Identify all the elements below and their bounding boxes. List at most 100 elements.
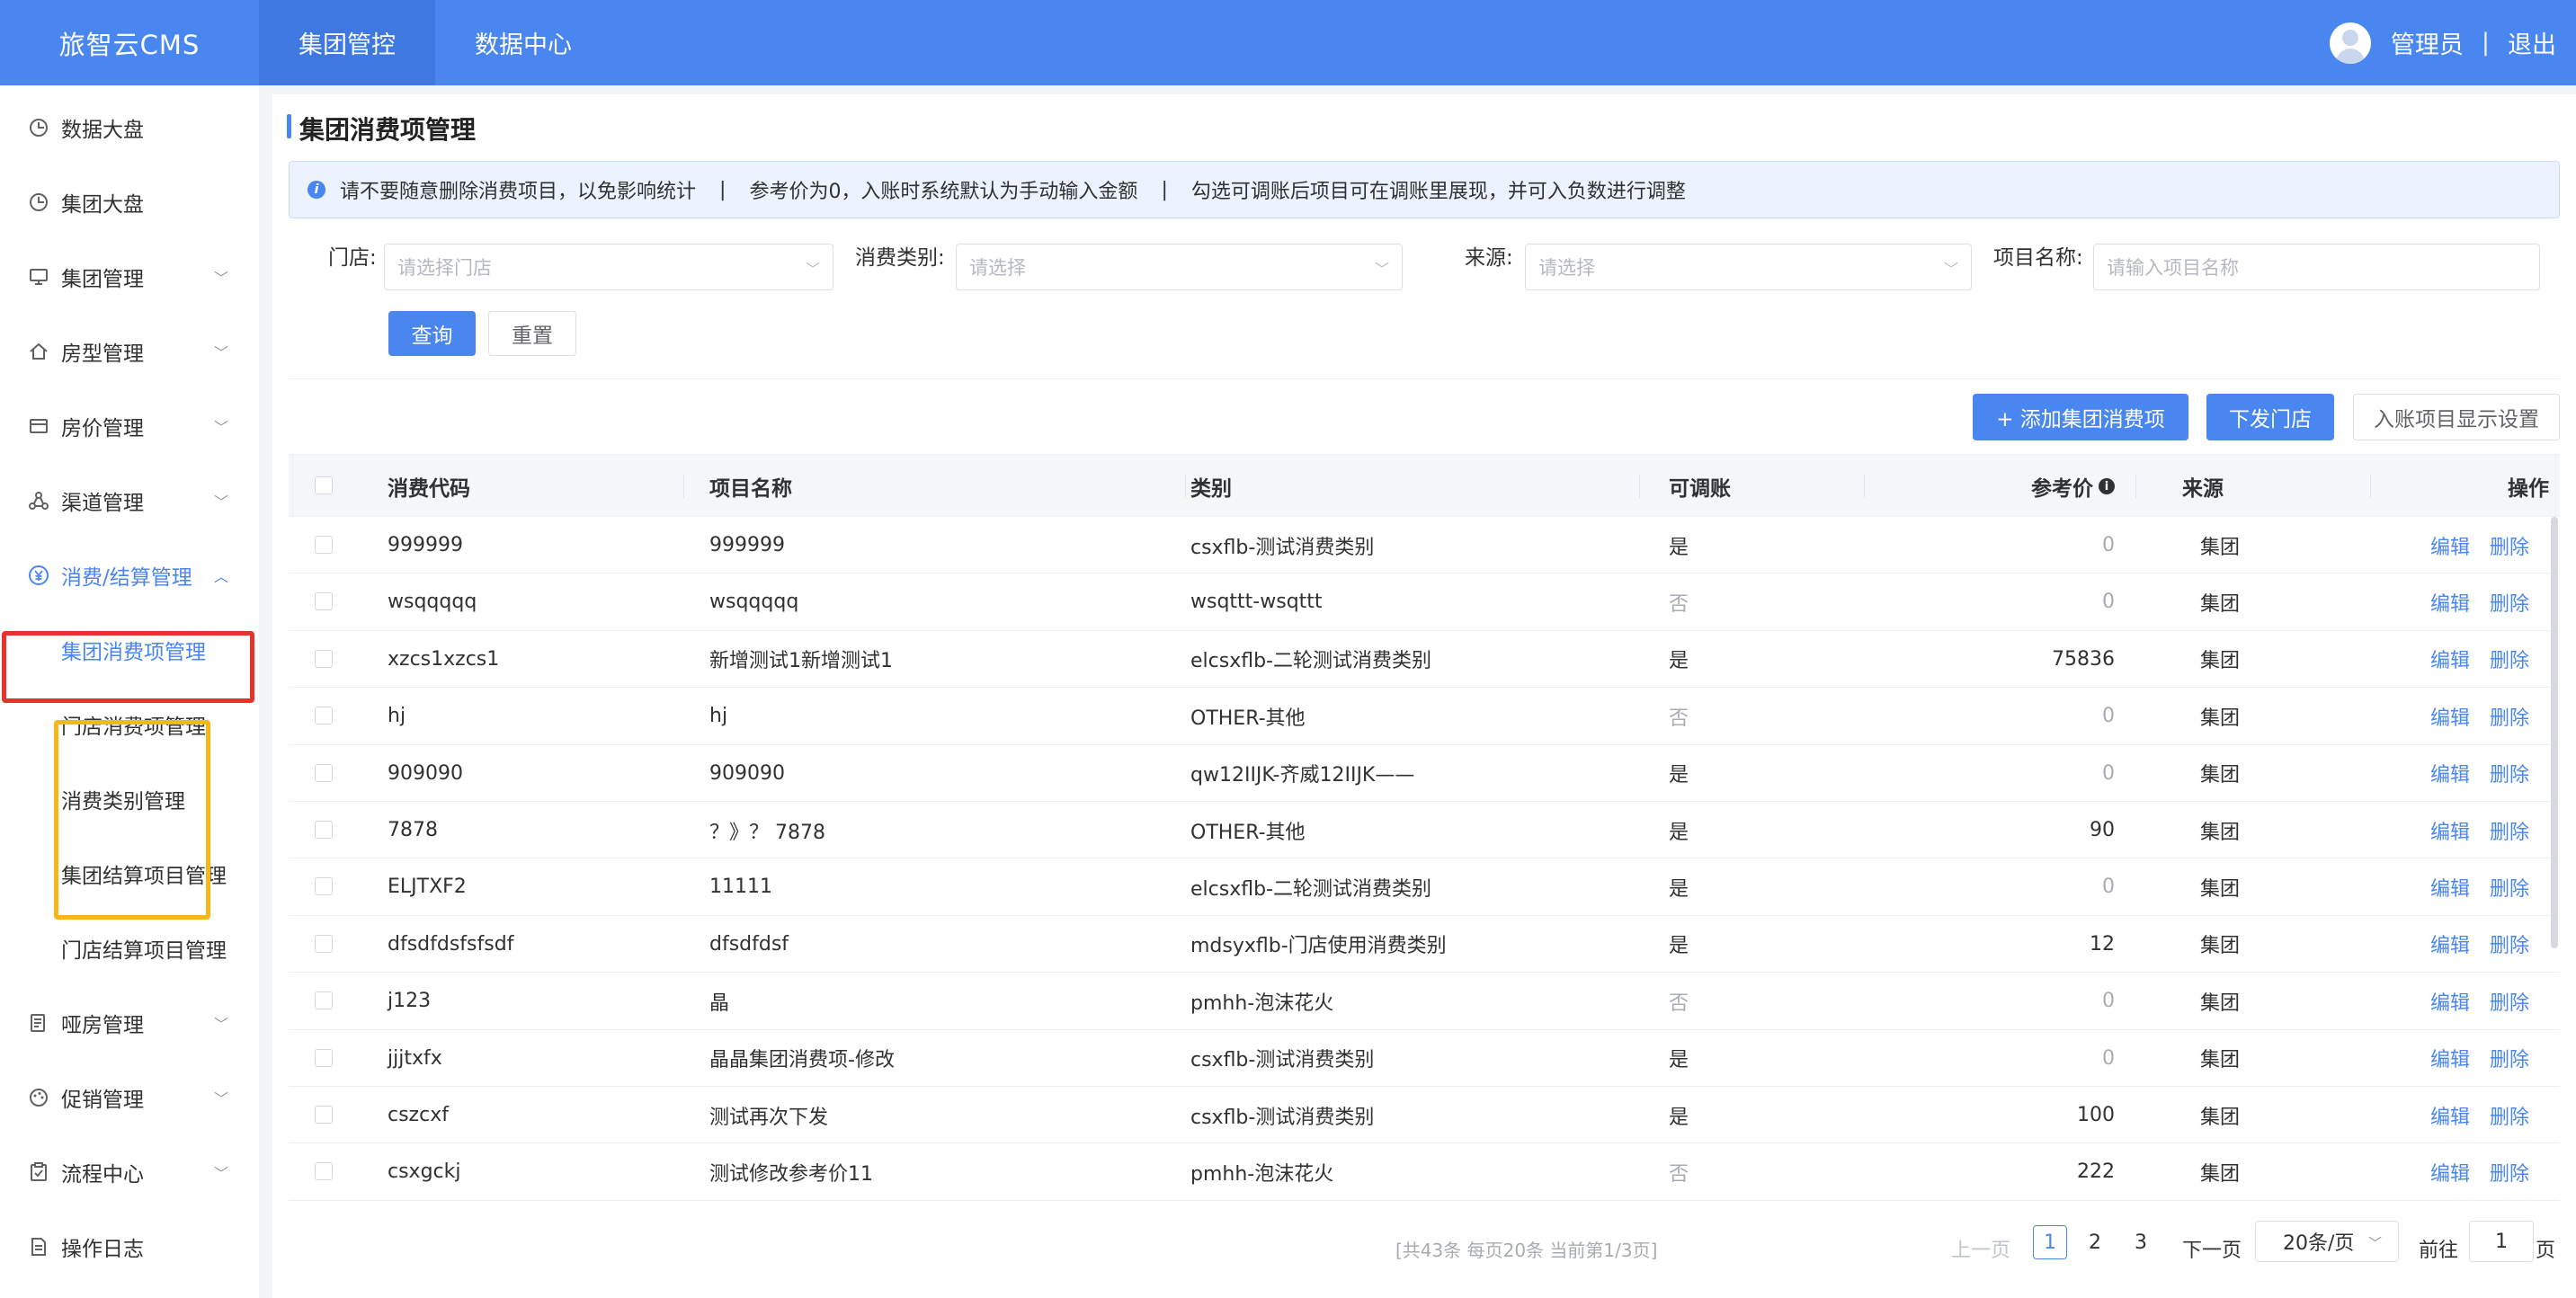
sidebar-item-dummy-room[interactable]: 哑房管理 ﹀ bbox=[0, 985, 259, 1060]
edit-link-label[interactable]: 编辑 bbox=[2430, 759, 2470, 787]
edit-link-label[interactable]: 编辑 bbox=[2430, 873, 2470, 902]
sidebar-subitem-store-consumption[interactable]: 门店消费项管理 bbox=[0, 687, 259, 761]
delete-link-label[interactable]: 删除 bbox=[2490, 929, 2529, 958]
row-checkbox[interactable] bbox=[315, 1048, 333, 1067]
delete-link-label[interactable]: 删除 bbox=[2490, 1158, 2529, 1187]
row-checkbox[interactable] bbox=[315, 1162, 333, 1181]
edit-link[interactable]: 编辑 bbox=[2430, 802, 2470, 858]
sidebar-item-data-dashboard[interactable]: 数据大盘 bbox=[0, 90, 259, 164]
edit-link[interactable]: 编辑 bbox=[2430, 573, 2470, 630]
distribute-store-button[interactable]: 下发门店 bbox=[2206, 394, 2334, 440]
row-checkbox[interactable] bbox=[315, 821, 333, 839]
category-select[interactable]: 请选择 ﹀ bbox=[956, 244, 1403, 290]
delete-link[interactable]: 删除 bbox=[2490, 1030, 2529, 1087]
sidebar-item-workflow[interactable]: 流程中心 ﹀ bbox=[0, 1134, 259, 1209]
sidebar-subitem-store-settlement[interactable]: 门店结算项目管理 bbox=[0, 911, 259, 985]
edit-link-label[interactable]: 编辑 bbox=[2430, 588, 2470, 617]
delete-link-label[interactable]: 删除 bbox=[2490, 645, 2529, 673]
user-name[interactable]: 管理员 bbox=[2391, 25, 2464, 60]
question-icon[interactable]: i bbox=[2099, 478, 2115, 494]
row-checkbox[interactable] bbox=[315, 536, 333, 554]
edit-link[interactable]: 编辑 bbox=[2430, 858, 2470, 915]
delete-link[interactable]: 删除 bbox=[2490, 1087, 2529, 1143]
row-checkbox[interactable] bbox=[315, 763, 333, 782]
row-checkbox[interactable] bbox=[315, 707, 333, 725]
query-button[interactable]: 查询 bbox=[388, 311, 476, 356]
edit-link-label[interactable]: 编辑 bbox=[2430, 929, 2470, 958]
logout-link[interactable]: 退出 bbox=[2508, 25, 2556, 60]
sidebar-item-consumption-settlement[interactable]: 消费/结算管理 ︿ bbox=[0, 538, 259, 612]
topnav-data-center[interactable]: 数据中心 bbox=[435, 0, 611, 85]
next-page-button[interactable]: 下一页 bbox=[2182, 1234, 2242, 1263]
sidebar-item-group-management[interactable]: 集团管理 ﹀ bbox=[0, 239, 259, 314]
sidebar-item-promotion[interactable]: 促销管理 ﹀ bbox=[0, 1060, 259, 1134]
sidebar-item-room-price[interactable]: 房价管理 ﹀ bbox=[0, 388, 259, 463]
delete-link-label[interactable]: 删除 bbox=[2490, 1044, 2529, 1072]
edit-link-label[interactable]: 编辑 bbox=[2430, 702, 2470, 731]
edit-link[interactable]: 编辑 bbox=[2430, 745, 2470, 802]
delete-link[interactable]: 删除 bbox=[2490, 517, 2529, 573]
row-checkbox[interactable] bbox=[315, 991, 333, 1010]
delete-link[interactable]: 删除 bbox=[2490, 1143, 2529, 1200]
row-checkbox[interactable] bbox=[315, 877, 333, 896]
sidebar-item-channel[interactable]: 渠道管理 ﹀ bbox=[0, 463, 259, 538]
delete-link-label[interactable]: 删除 bbox=[2490, 816, 2529, 845]
delete-link[interactable]: 删除 bbox=[2490, 973, 2529, 1029]
edit-link[interactable]: 编辑 bbox=[2430, 1087, 2470, 1143]
page-size-select[interactable]: 20条/页 ﹀ bbox=[2255, 1221, 2399, 1262]
row-checkbox[interactable] bbox=[315, 1106, 333, 1124]
topnav-group-control[interactable]: 集团管控 bbox=[259, 0, 435, 85]
delete-link[interactable]: 删除 bbox=[2490, 631, 2529, 688]
delete-link[interactable]: 删除 bbox=[2490, 858, 2529, 915]
sidebar-item-room-type[interactable]: 房型管理 ﹀ bbox=[0, 314, 259, 388]
delete-link-label[interactable]: 删除 bbox=[2490, 588, 2529, 617]
store-select[interactable]: 请选择门店 ﹀ bbox=[384, 244, 833, 290]
edit-link[interactable]: 编辑 bbox=[2430, 688, 2470, 744]
display-settings-button[interactable]: 入账项目显示设置 bbox=[2353, 394, 2560, 440]
sidebar-item-group-dashboard[interactable]: 集团大盘 bbox=[0, 164, 259, 239]
delete-link[interactable]: 删除 bbox=[2490, 573, 2529, 630]
edit-link-label[interactable]: 编辑 bbox=[2430, 645, 2470, 673]
edit-link-label[interactable]: 编辑 bbox=[2430, 1044, 2470, 1072]
add-group-item-button[interactable]: + 添加集团消费项 bbox=[1973, 394, 2188, 440]
app-brand[interactable]: 旅智云CMS bbox=[0, 24, 259, 62]
delete-link[interactable]: 删除 bbox=[2490, 802, 2529, 858]
edit-link[interactable]: 编辑 bbox=[2430, 1030, 2470, 1087]
page-3-button[interactable]: 3 bbox=[2124, 1225, 2158, 1259]
delete-link[interactable]: 删除 bbox=[2490, 916, 2529, 973]
table-scrollbar[interactable] bbox=[2551, 517, 2558, 948]
edit-link[interactable]: 编辑 bbox=[2430, 1143, 2470, 1200]
item-name-input[interactable]: 请输入项目名称 bbox=[2093, 244, 2540, 290]
edit-link-label[interactable]: 编辑 bbox=[2430, 531, 2470, 560]
sidebar-item-operation-log[interactable]: 操作日志 bbox=[0, 1209, 259, 1284]
edit-link-label[interactable]: 编辑 bbox=[2430, 987, 2470, 1016]
page-2-button[interactable]: 2 bbox=[2078, 1225, 2112, 1259]
goto-page-input[interactable]: 1 bbox=[2469, 1221, 2534, 1262]
edit-link[interactable]: 编辑 bbox=[2430, 517, 2470, 573]
edit-link[interactable]: 编辑 bbox=[2430, 973, 2470, 1029]
reset-button[interactable]: 重置 bbox=[488, 311, 576, 356]
delete-link[interactable]: 删除 bbox=[2490, 745, 2529, 802]
avatar[interactable] bbox=[2329, 22, 2371, 64]
row-checkbox[interactable] bbox=[315, 934, 333, 953]
delete-link-label[interactable]: 删除 bbox=[2490, 759, 2529, 787]
delete-link-label[interactable]: 删除 bbox=[2490, 702, 2529, 731]
edit-link-label[interactable]: 编辑 bbox=[2430, 1101, 2470, 1130]
page-1-button[interactable]: 1 bbox=[2033, 1225, 2067, 1259]
edit-link[interactable]: 编辑 bbox=[2430, 631, 2470, 688]
delete-link-label[interactable]: 删除 bbox=[2490, 987, 2529, 1016]
sidebar-subitem-group-consumption[interactable]: 集团消费项管理 bbox=[0, 612, 259, 687]
edit-link[interactable]: 编辑 bbox=[2430, 916, 2470, 973]
select-all-checkbox[interactable] bbox=[315, 476, 333, 494]
delete-link-label[interactable]: 删除 bbox=[2490, 531, 2529, 560]
sidebar-subitem-consumption-category[interactable]: 消费类别管理 bbox=[0, 761, 259, 836]
row-checkbox[interactable] bbox=[315, 592, 333, 611]
edit-link-label[interactable]: 编辑 bbox=[2430, 1158, 2470, 1187]
delete-link[interactable]: 删除 bbox=[2490, 688, 2529, 744]
edit-link-label[interactable]: 编辑 bbox=[2430, 816, 2470, 845]
sidebar-subitem-group-settlement[interactable]: 集团结算项目管理 bbox=[0, 836, 259, 911]
row-checkbox[interactable] bbox=[315, 649, 333, 668]
delete-link-label[interactable]: 删除 bbox=[2490, 873, 2529, 902]
prev-page-button[interactable]: 上一页 bbox=[1951, 1234, 2010, 1263]
source-select[interactable]: 请选择 ﹀ bbox=[1525, 244, 1972, 290]
